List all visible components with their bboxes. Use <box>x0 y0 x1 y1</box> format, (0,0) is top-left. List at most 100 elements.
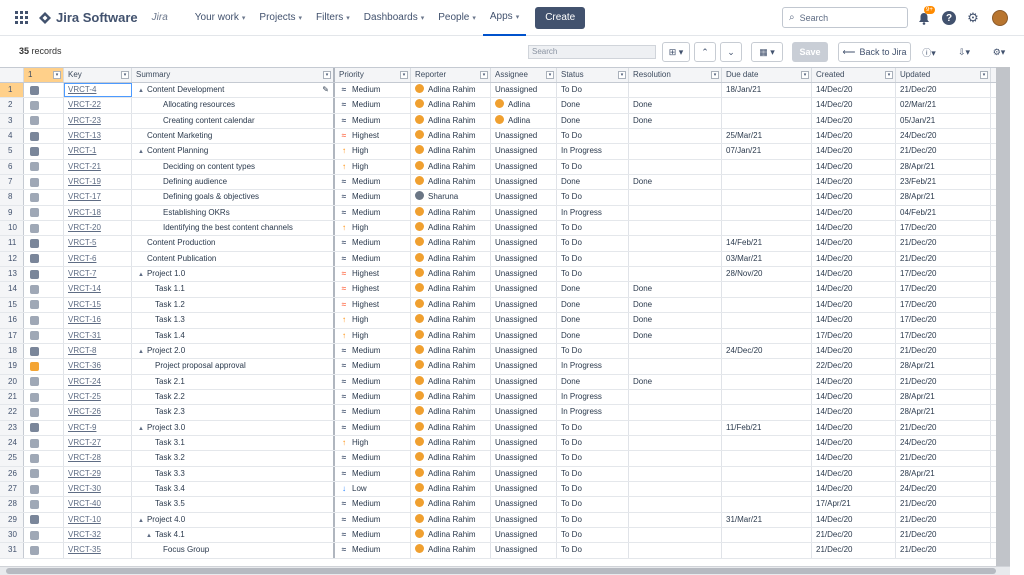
issue-type-cell[interactable] <box>24 159 64 175</box>
resolution-cell[interactable] <box>629 159 722 175</box>
reporter-cell[interactable]: Adlina Rahim <box>411 221 491 236</box>
status-cell[interactable]: In Progress <box>557 144 629 159</box>
reporter-cell[interactable]: Sharuna <box>411 190 491 205</box>
reporter-cell[interactable]: Adlina Rahim <box>411 129 491 144</box>
due-date-cell[interactable] <box>722 297 812 313</box>
assignee-cell[interactable]: Unassigned <box>491 129 557 144</box>
due-date-cell[interactable] <box>722 175 812 190</box>
summary-cell[interactable]: Focus Group <box>132 543 335 558</box>
summary-cell[interactable]: Creating content calendar <box>132 113 335 129</box>
table-row[interactable]: 6 VRCT-21 Deciding on content types ↑ High Ad… <box>0 159 996 176</box>
issue-key-link[interactable]: VRCT-10 <box>64 512 132 527</box>
assignee-cell[interactable]: Unassigned <box>491 497 557 512</box>
issue-type-cell[interactable] <box>24 359 64 374</box>
summary-cell[interactable]: Task 2.1 <box>132 374 335 389</box>
priority-cell[interactable]: ≈ Medium <box>335 175 411 190</box>
due-date-cell[interactable]: 31/Mar/21 <box>722 512 812 527</box>
summary-cell[interactable]: Task 3.1 <box>132 435 335 451</box>
due-date-cell[interactable] <box>722 190 812 205</box>
reporter-cell[interactable]: Adlina Rahim <box>411 113 491 129</box>
assignee-cell[interactable]: Unassigned <box>491 282 557 297</box>
table-row[interactable]: 9 VRCT-18 Establishing OKRs ≈ Medium Adlina R… <box>0 205 996 222</box>
status-cell[interactable]: Done <box>557 297 629 313</box>
nav-item-apps[interactable]: Apps ▾ <box>482 0 527 36</box>
priority-cell[interactable]: ≈ Medium <box>335 113 411 129</box>
priority-cell[interactable]: ≈ Medium <box>335 190 411 205</box>
reporter-cell[interactable]: Adlina Rahim <box>411 328 491 343</box>
horizontal-scrollbar[interactable] <box>0 566 1010 575</box>
resolution-cell[interactable]: Done <box>629 328 722 343</box>
assignee-cell[interactable]: Unassigned <box>491 297 557 313</box>
reporter-cell[interactable]: Adlina Rahim <box>411 497 491 512</box>
due-date-cell[interactable] <box>722 435 812 451</box>
priority-cell[interactable]: ≈ Highest <box>335 297 411 313</box>
issue-type-cell[interactable] <box>24 236 64 251</box>
collapse-triangle-icon[interactable]: ▲ <box>138 149 144 155</box>
resolution-cell[interactable] <box>629 451 722 466</box>
summary-cell[interactable]: Deciding on content types <box>132 159 335 175</box>
resolution-cell[interactable]: Done <box>629 374 722 389</box>
table-row[interactable]: 17 VRCT-31 Task 1.4 ↑ High Adlina Rahim Unassi… <box>0 328 996 344</box>
collapse-triangle-icon[interactable]: ▲ <box>138 426 144 432</box>
table-row[interactable]: 27 VRCT-30 Task 3.4 ↓ Low Adlina Rahim Unassig… <box>0 481 996 498</box>
due-date-cell[interactable]: 14/Feb/21 <box>722 236 812 251</box>
issue-type-cell[interactable] <box>24 282 64 297</box>
priority-cell[interactable]: ≈ Medium <box>335 98 411 113</box>
due-date-cell[interactable] <box>722 113 812 129</box>
assignee-cell[interactable]: Unassigned <box>491 543 557 558</box>
assignee-cell[interactable]: Unassigned <box>491 205 557 221</box>
reporter-cell[interactable]: Adlina Rahim <box>411 175 491 190</box>
horizontal-scroll-thumb[interactable] <box>6 568 996 574</box>
table-row[interactable]: 5 VRCT-1 ▲ Content Planning ↑ High Adlina Rahi… <box>0 144 996 160</box>
issue-key-link[interactable]: VRCT-40 <box>64 497 132 512</box>
column-header-assignee[interactable]: Assignee ▾ <box>491 68 557 82</box>
status-cell[interactable]: To Do <box>557 221 629 236</box>
reporter-cell[interactable]: Adlina Rahim <box>411 236 491 251</box>
expand-all-button[interactable]: ⌄ <box>720 42 742 62</box>
table-row[interactable]: 10 VRCT-20 Identifying the best content ch… <box>0 221 996 237</box>
reporter-cell[interactable]: Adlina Rahim <box>411 420 491 435</box>
priority-cell[interactable]: ≈ Medium <box>335 374 411 389</box>
column-menu-icon[interactable]: ▾ <box>400 71 408 79</box>
summary-cell[interactable]: Task 3.2 <box>132 451 335 466</box>
column-menu-icon[interactable]: ▾ <box>53 71 61 79</box>
table-row[interactable]: 1 VRCT-4 ▲ Content Development ✎ ≈ Medium Adlin… <box>0 83 996 99</box>
issue-key-link[interactable]: VRCT-8 <box>64 343 132 359</box>
export-menu-button[interactable]: ⇩▾ <box>952 42 976 62</box>
issue-type-cell[interactable] <box>24 389 64 405</box>
column-header-type[interactable]: 1 ▾ <box>24 68 64 82</box>
issue-key-link[interactable]: VRCT-35 <box>64 543 132 558</box>
resolution-cell[interactable] <box>629 144 722 159</box>
table-row[interactable]: 12 VRCT-6 Content Publication ≈ Medium Adlina… <box>0 251 996 268</box>
assignee-cell[interactable]: Adlina <box>491 98 557 113</box>
issue-type-cell[interactable] <box>24 129 64 144</box>
issue-type-cell[interactable] <box>24 420 64 435</box>
issue-type-cell[interactable] <box>24 527 64 543</box>
assignee-cell[interactable]: Unassigned <box>491 374 557 389</box>
back-to-jira-button[interactable]: ⟵ Back to Jira <box>838 42 911 62</box>
status-cell[interactable]: To Do <box>557 267 629 282</box>
reporter-cell[interactable]: Adlina Rahim <box>411 343 491 359</box>
reporter-cell[interactable]: Adlina Rahim <box>411 297 491 313</box>
summary-cell[interactable]: ▲ Task 4.1 <box>132 527 335 543</box>
status-cell[interactable]: To Do <box>557 236 629 251</box>
table-row[interactable]: 3 VRCT-23 Creating content calendar ≈ Medium… <box>0 113 996 130</box>
resolution-cell[interactable] <box>629 267 722 282</box>
summary-cell[interactable]: Task 1.4 <box>132 328 335 343</box>
reporter-cell[interactable]: Adlina Rahim <box>411 543 491 558</box>
issue-key-link[interactable]: VRCT-18 <box>64 205 132 221</box>
resolution-cell[interactable] <box>629 481 722 497</box>
assignee-cell[interactable]: Unassigned <box>491 159 557 175</box>
priority-cell[interactable]: ≈ Medium <box>335 466 411 481</box>
status-cell[interactable]: Done <box>557 313 629 328</box>
resolution-cell[interactable]: Done <box>629 175 722 190</box>
resolution-cell[interactable]: Done <box>629 282 722 297</box>
status-cell[interactable]: To Do <box>557 190 629 205</box>
summary-cell[interactable]: Content Production <box>132 236 335 251</box>
priority-cell[interactable]: ↓ Low <box>335 481 411 497</box>
summary-cell[interactable]: Project proposal approval <box>132 359 335 374</box>
reporter-cell[interactable]: Adlina Rahim <box>411 313 491 328</box>
priority-cell[interactable]: ≈ Medium <box>335 236 411 251</box>
status-cell[interactable]: To Do <box>557 251 629 267</box>
assignee-cell[interactable]: Adlina <box>491 113 557 129</box>
